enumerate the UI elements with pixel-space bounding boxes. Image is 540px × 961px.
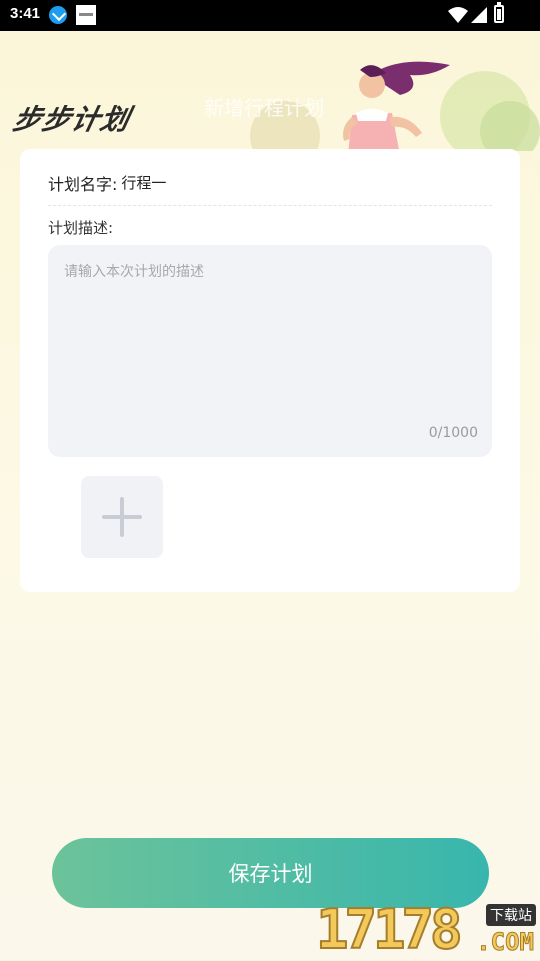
plan-description-label: 计划描述: [48, 219, 114, 237]
header-illustration: 步步计划 新增行程计划 [0, 31, 540, 151]
description-placeholder: 请输入本次计划的描述 [64, 264, 204, 280]
status-time: 3:41 [10, 5, 41, 22]
watermark-number: 17178 [315, 897, 464, 961]
plan-form-card: 计划名字: 行程一 计划描述: 请输入本次计划的描述 0/1000 [20, 149, 520, 592]
plan-name-row: 计划名字: 行程一 [48, 171, 492, 206]
signal-icon [471, 7, 487, 23]
tree-decoration [480, 101, 540, 151]
site-watermark: 17178 下载站 .COM [315, 897, 540, 961]
character-counter: 0/1000 [428, 425, 478, 441]
wifi-icon [448, 7, 468, 23]
download-notification-icon [49, 6, 67, 24]
status-bar: 3:41 [0, 0, 540, 31]
battery-icon [494, 2, 504, 23]
plan-name-input[interactable]: 行程一 [121, 172, 166, 193]
runner-illustration [343, 61, 450, 151]
watermark-domain: .COM [476, 928, 535, 957]
watermark-tag: 下载站 [486, 904, 536, 926]
plan-name-label: 计划名字: [48, 175, 118, 194]
brand-logo: 步步计划 [10, 103, 134, 136]
app-notification-icon [76, 5, 96, 25]
page-title: 新增行程计划 [204, 96, 324, 120]
add-image-button[interactable] [81, 476, 163, 558]
plan-description-input[interactable]: 请输入本次计划的描述 0/1000 [48, 245, 492, 457]
